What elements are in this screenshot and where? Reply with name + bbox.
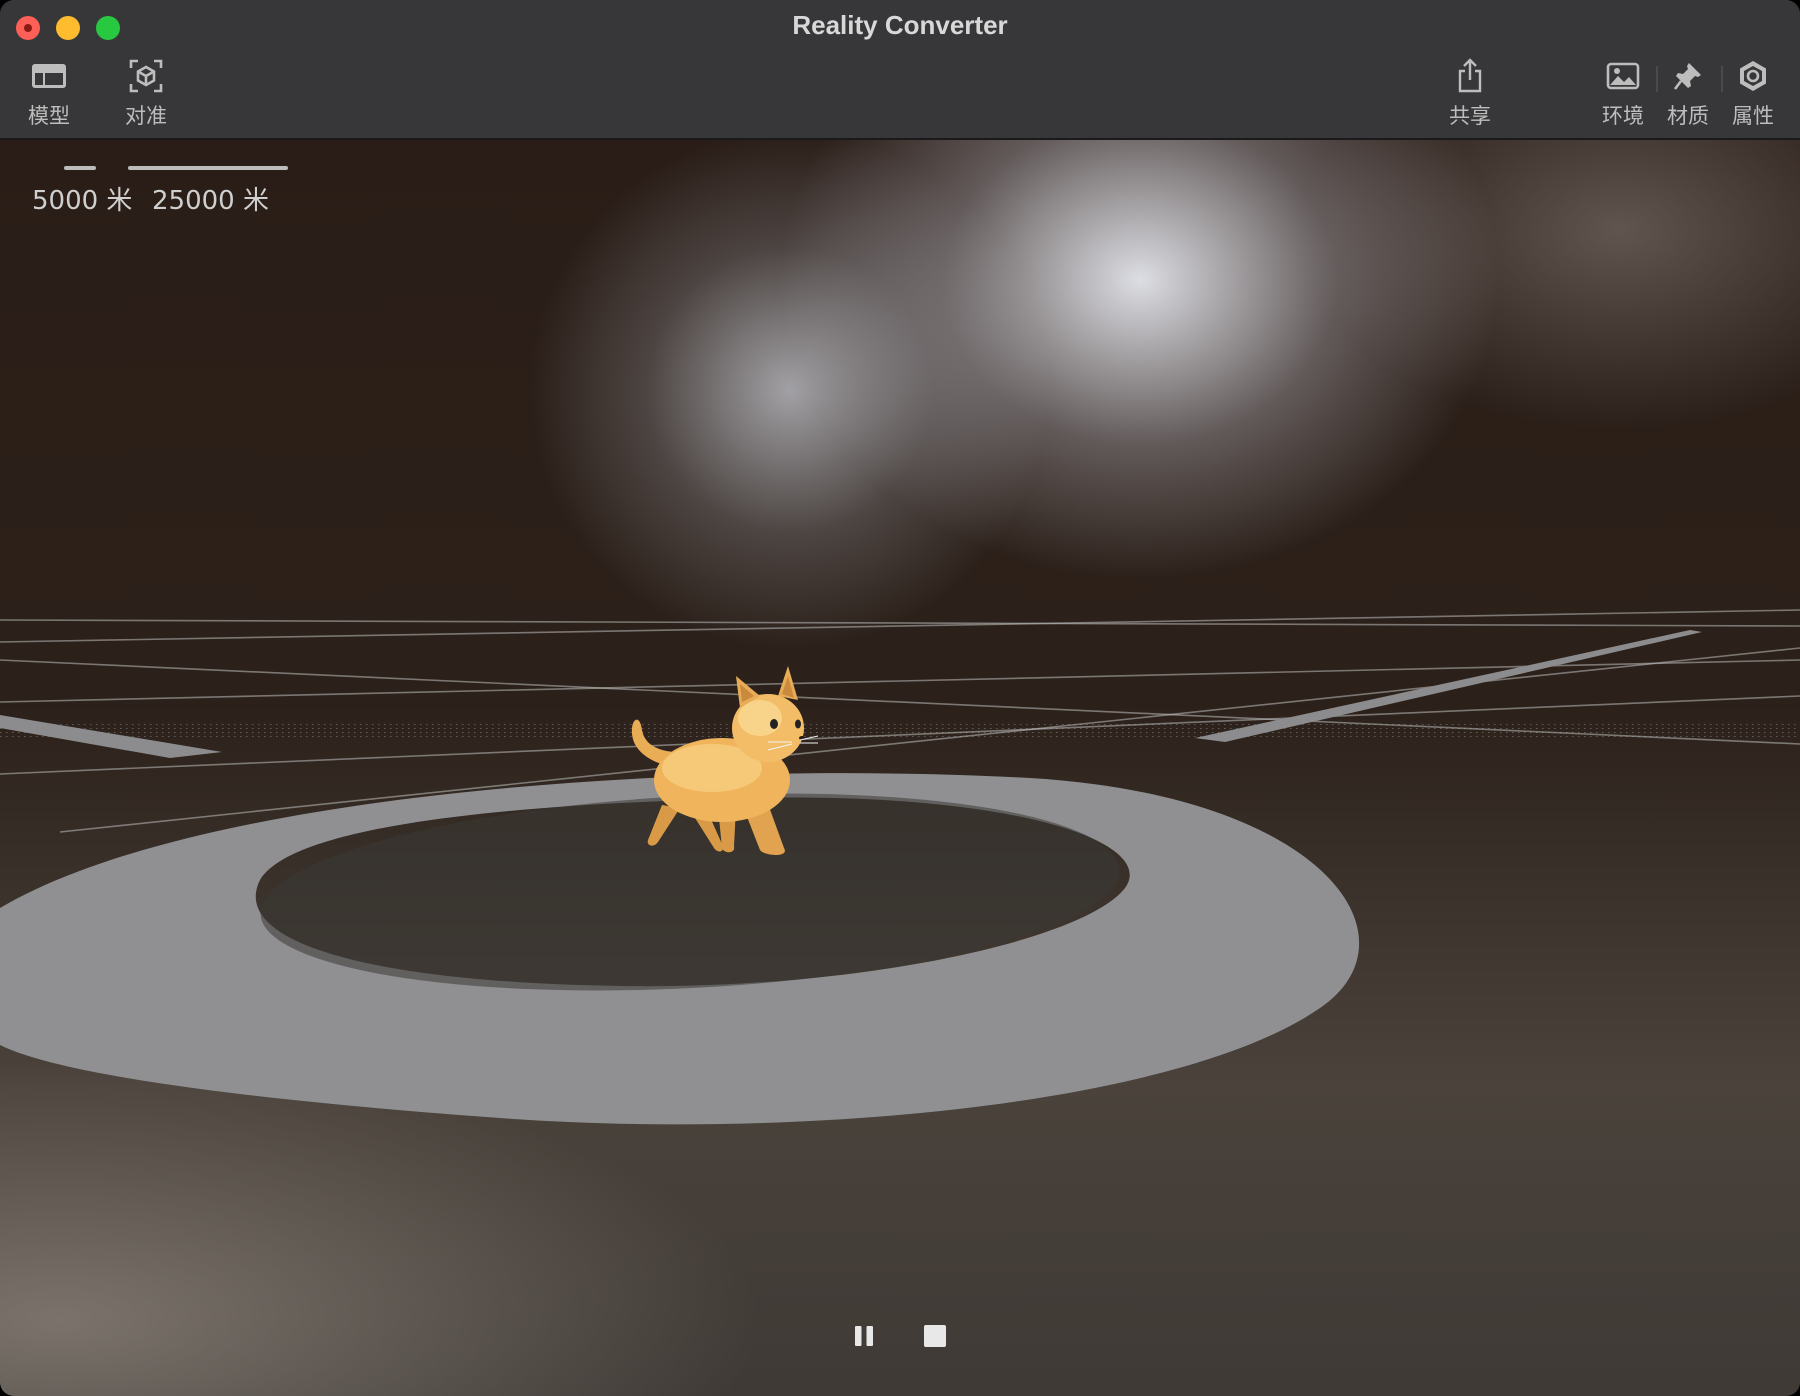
toolbar-environment-label: 环境 [1602,104,1644,128]
scale-small-label: 5000 米 [32,186,133,216]
toolbar-share-label: 共享 [1449,104,1491,128]
toolbar-models-button[interactable]: 模型 [28,56,70,130]
toolbar-align-button[interactable]: 对准 [125,56,167,130]
scale-large-bar [128,166,288,170]
pause-button[interactable] [844,1316,884,1356]
toolbar-share-button[interactable]: 共享 [1449,56,1491,130]
toolbar-properties-label: 属性 [1732,104,1774,128]
toolbar-separator [1721,66,1723,92]
window-title: Reality Converter [792,10,1008,40]
share-icon [1450,56,1490,96]
stop-button[interactable] [915,1316,955,1356]
scale-large: 25000 米 [126,166,288,217]
pause-icon [855,1326,873,1346]
titlebar: Reality Converter 模型 对准 共享 环境 材质 属性 [0,0,1800,140]
app-window: Reality Converter 模型 对准 共享 环境 材质 属性 5000… [0,0,1800,1396]
toolbar-material-label: 材质 [1667,104,1709,128]
ar-cube-icon [126,56,166,96]
stop-icon [924,1325,946,1347]
toolbar-material-button[interactable]: 材质 [1667,56,1709,130]
scale-small-bar [64,166,96,170]
toolbar-environment-button[interactable]: 环境 [1602,56,1644,130]
toolbar-models-label: 模型 [28,104,70,128]
toolbar-align-label: 对准 [125,104,167,128]
gear-icon [1733,56,1773,96]
scene-floor [0,609,1800,1125]
photo-icon [1603,56,1643,96]
scale-small: 5000 米 [32,166,132,217]
3d-viewport[interactable]: 5000 米 25000 米 [0,140,1800,1396]
toolbar-separator [1656,66,1658,92]
toolbar-properties-button[interactable]: 属性 [1732,56,1774,130]
sidebar-icon [29,56,69,96]
pin-icon [1668,56,1708,96]
scale-large-label: 25000 米 [152,186,269,216]
